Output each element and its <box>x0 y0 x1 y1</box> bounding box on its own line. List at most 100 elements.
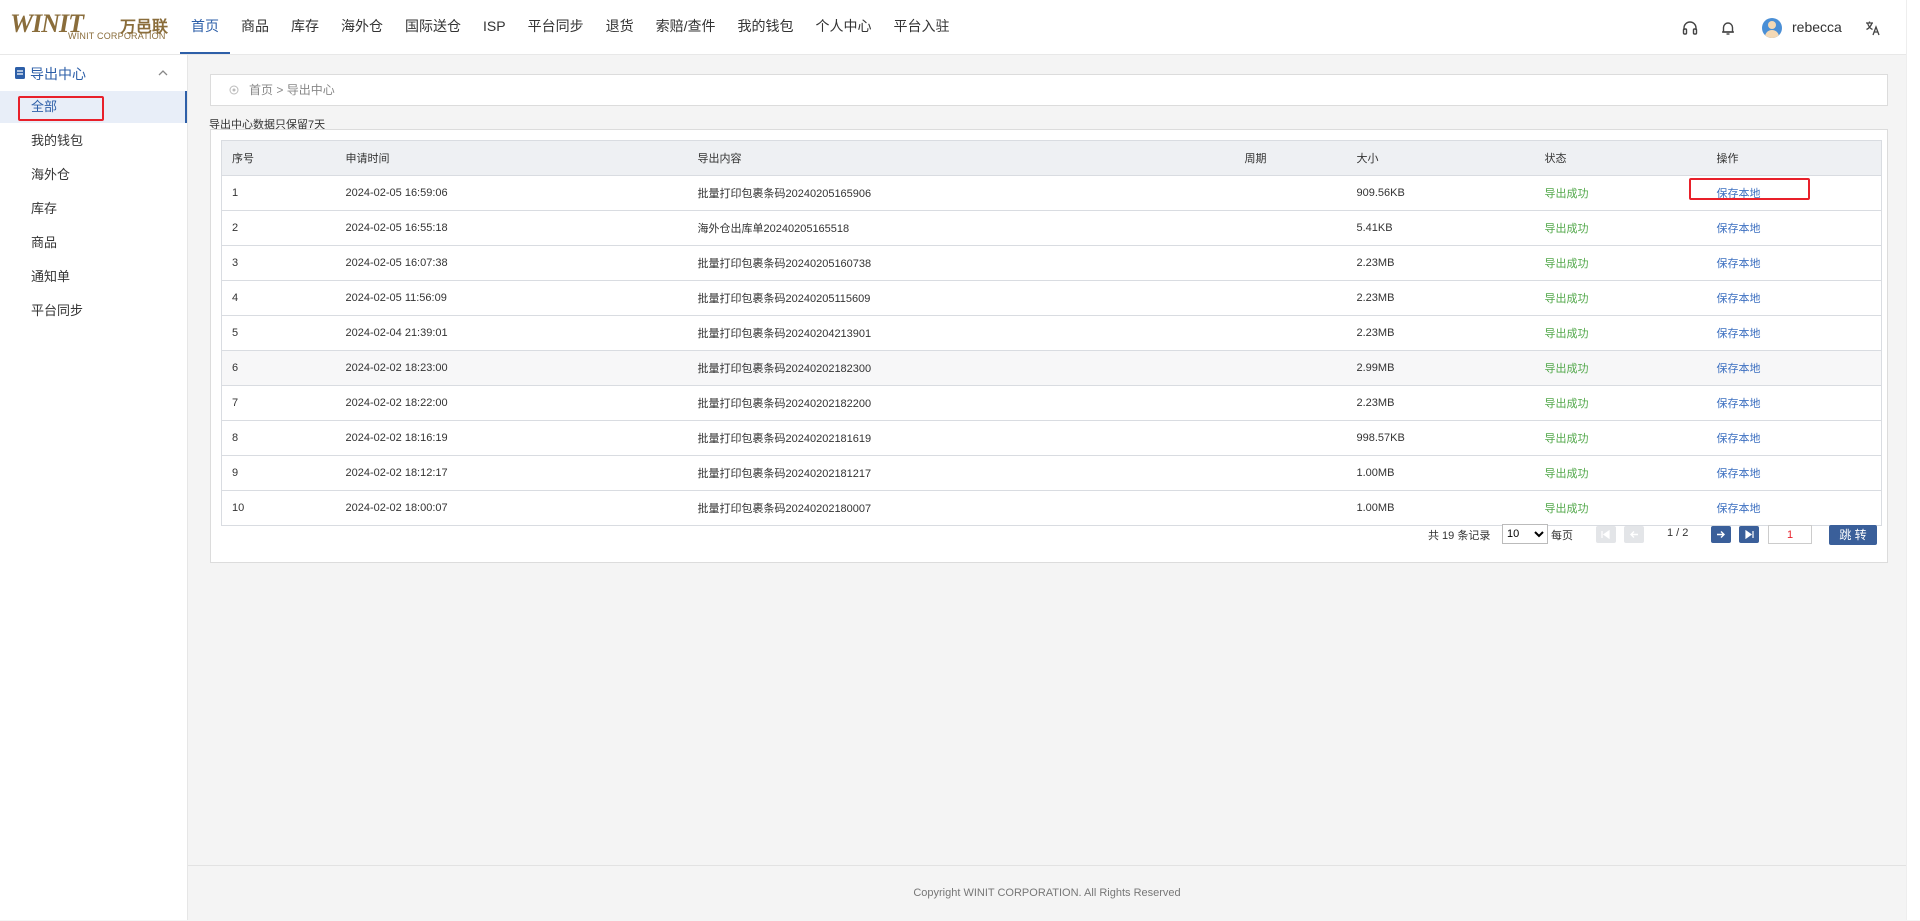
chevron-up-icon[interactable] <box>158 69 168 77</box>
nav-item-inventory[interactable]: 库存 <box>280 0 330 54</box>
sidebar-item-all[interactable]: 全部 <box>0 91 187 123</box>
breadcrumb-home[interactable]: 首页 <box>249 83 273 97</box>
nav-item-personal-center[interactable]: 个人中心 <box>804 0 882 54</box>
bell-icon[interactable] <box>1719 19 1737 37</box>
cell-text: 2024-02-05 16:59:06 <box>345 187 448 199</box>
status-text: 导出成功 <box>1544 398 1589 410</box>
cell-action: 保存本地 <box>1706 350 1882 386</box>
save-local-link[interactable]: 保存本地 <box>1717 328 1761 340</box>
sidebar-item-notices[interactable]: 通知单 <box>0 261 187 293</box>
cell-text: 8 <box>232 432 239 444</box>
cell-request-time: 2024-02-02 18:12:17 <box>335 455 688 491</box>
cell-no: 4 <box>221 280 336 316</box>
jump-button[interactable]: 跳 转 <box>1829 525 1877 545</box>
cell-period <box>1234 490 1347 526</box>
translate-icon[interactable] <box>1864 19 1882 37</box>
cell-export-content: 批量打印包裹条码20240204213901 <box>687 315 1235 351</box>
pagination: 共 19 条记录 102050 每页 1 / 2 跳 转 <box>211 522 1889 546</box>
cell-text: 2.23MB <box>1356 257 1395 269</box>
cell-text: 2024-02-05 16:07:38 <box>345 257 448 269</box>
nav-item-my-wallet[interactable]: 我的钱包 <box>726 0 804 54</box>
status-text: 导出成功 <box>1544 433 1589 445</box>
cell-export-content: 批量打印包裹条码20240202181217 <box>687 455 1235 491</box>
first-page-button[interactable] <box>1596 526 1616 543</box>
cell-text: 5 <box>232 327 239 339</box>
save-local-link[interactable]: 保存本地 <box>1717 363 1761 375</box>
cell-period <box>1234 175 1347 211</box>
sidebar-title: 导出中心 <box>30 66 86 82</box>
cell-status: 导出成功 <box>1534 210 1707 246</box>
save-local-link[interactable]: 保存本地 <box>1717 188 1761 200</box>
sidebar-item-inventory[interactable]: 库存 <box>0 193 187 225</box>
page-size-select[interactable]: 102050 <box>1502 524 1548 544</box>
main-nav: 首页 商品 库存 海外仓 国际送仓 ISP 平台同步 退货 索赔/查件 我的钱包 个人中心 平台入驻 <box>180 0 960 54</box>
nav-item-platform-onboarding[interactable]: 平台入驻 <box>882 0 960 54</box>
status-text: 导出成功 <box>1544 328 1589 340</box>
cell-period <box>1234 315 1347 351</box>
cell-request-time: 2024-02-02 18:23:00 <box>335 350 688 386</box>
headset-icon[interactable] <box>1681 19 1699 37</box>
table-header-row: 序号 申请时间 导出内容 周期 大小 状态 操作 <box>221 140 1882 176</box>
next-page-button[interactable] <box>1711 526 1731 543</box>
cell-no: 5 <box>221 315 336 351</box>
cell-status: 导出成功 <box>1534 280 1707 316</box>
page-scrollbar[interactable] <box>1906 0 1920 920</box>
cell-text: 7 <box>232 397 239 409</box>
save-local-link[interactable]: 保存本地 <box>1717 258 1761 270</box>
cell-period <box>1234 385 1347 421</box>
sidebar-item-platform-sync[interactable]: 平台同步 <box>0 295 187 327</box>
cell-size: 1.00MB <box>1346 490 1535 526</box>
cell-status: 导出成功 <box>1534 315 1707 351</box>
status-text: 导出成功 <box>1544 363 1589 375</box>
cell-text: 2024-02-05 11:56:09 <box>345 292 447 304</box>
avatar[interactable] <box>1762 18 1782 38</box>
prev-page-button[interactable] <box>1624 526 1644 543</box>
column-header-period: 周期 <box>1234 140 1347 176</box>
sidebar-item-products[interactable]: 商品 <box>0 227 187 259</box>
save-local-link[interactable]: 保存本地 <box>1717 398 1761 410</box>
cell-text: 批量打印包裹条码20240205115609 <box>697 293 871 305</box>
sidebar-item-overseas-warehouse[interactable]: 海外仓 <box>0 159 187 191</box>
nav-item-international-delivery[interactable]: 国际送仓 <box>394 0 472 54</box>
save-local-link[interactable]: 保存本地 <box>1717 293 1761 305</box>
save-local-link[interactable]: 保存本地 <box>1717 223 1761 235</box>
last-page-button[interactable] <box>1739 526 1759 543</box>
sidebar-group-export-center[interactable]: 导出中心 <box>14 63 174 85</box>
cell-period <box>1234 350 1347 386</box>
sidebar-item-my-wallet[interactable]: 我的钱包 <box>0 125 187 157</box>
save-local-link[interactable]: 保存本地 <box>1717 433 1761 445</box>
nav-item-overseas-warehouse[interactable]: 海外仓 <box>330 0 394 54</box>
nav-item-isp[interactable]: ISP <box>472 0 517 54</box>
cell-export-content: 批量打印包裹条码20240202182300 <box>687 350 1235 386</box>
location-icon <box>229 85 239 95</box>
nav-item-home[interactable]: 首页 <box>180 0 230 54</box>
breadcrumb: 首页 > 导出中心 <box>210 74 1888 106</box>
column-header-status: 状态 <box>1534 140 1707 176</box>
column-header-request-time: 申请时间 <box>335 140 688 176</box>
document-icon <box>15 67 25 79</box>
cell-text: 2024-02-02 18:12:17 <box>345 467 448 479</box>
cell-action: 保存本地 <box>1706 210 1882 246</box>
cell-action: 保存本地 <box>1706 490 1882 526</box>
nav-item-claims[interactable]: 索赔/查件 <box>645 0 727 54</box>
username[interactable]: rebecca <box>1792 19 1842 35</box>
winit-logo[interactable]: WINIT 万邑联 WINIT CORPORATION <box>10 11 170 43</box>
nav-item-products[interactable]: 商品 <box>230 0 280 54</box>
save-local-link[interactable]: 保存本地 <box>1717 468 1761 480</box>
cell-no: 7 <box>221 385 336 421</box>
status-text: 导出成功 <box>1544 503 1589 515</box>
cell-period <box>1234 280 1347 316</box>
nav-item-returns[interactable]: 退货 <box>595 0 645 54</box>
cell-no: 2 <box>221 210 336 246</box>
status-text: 导出成功 <box>1544 188 1589 200</box>
cell-no: 6 <box>221 350 336 386</box>
status-text: 导出成功 <box>1544 258 1589 270</box>
total-records: 共 19 条记录 <box>1428 530 1491 542</box>
page-number-input[interactable] <box>1768 525 1812 544</box>
save-local-link[interactable]: 保存本地 <box>1717 503 1761 515</box>
cell-period <box>1234 455 1347 491</box>
sidebar: 导出中心 全部 我的钱包 海外仓 库存 商品 通知单 平台同步 <box>0 55 188 920</box>
nav-item-platform-sync[interactable]: 平台同步 <box>517 0 595 54</box>
cell-no: 3 <box>221 245 336 281</box>
per-page-label: 每页 <box>1551 530 1573 542</box>
